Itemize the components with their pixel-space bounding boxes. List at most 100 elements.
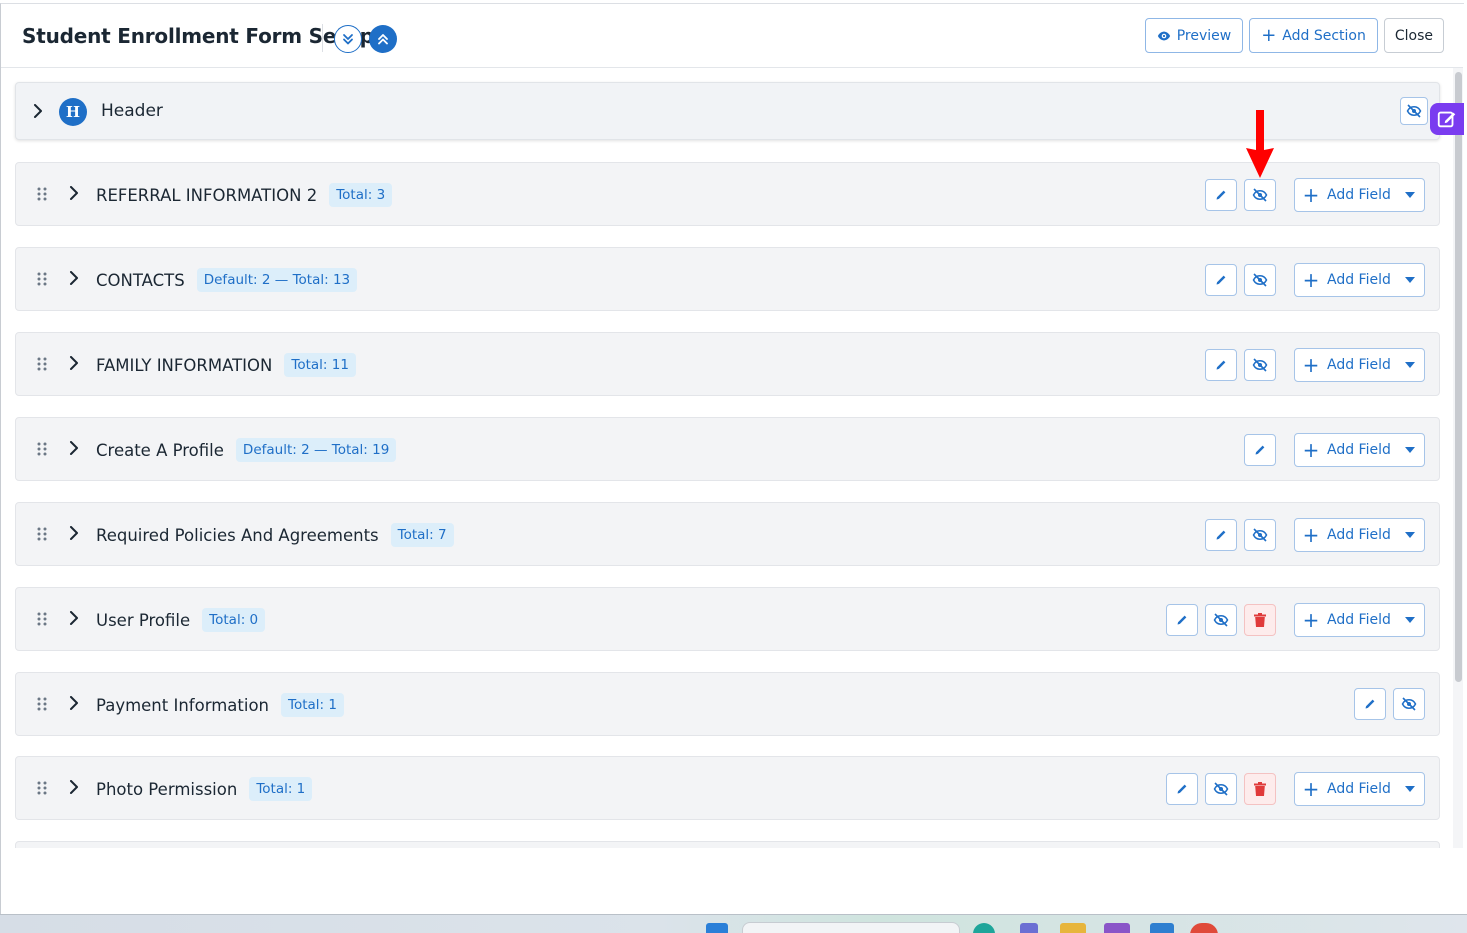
chevron-right-icon[interactable] <box>69 356 79 370</box>
form-section-row[interactable]: FAMILY INFORMATION Total: 11 + Add Field <box>15 332 1440 396</box>
double-chevron-up-icon <box>378 34 388 45</box>
chevron-right-icon[interactable] <box>69 526 79 540</box>
add-section-button[interactable]: + Add Section <box>1249 18 1378 53</box>
form-section-row[interactable]: CONTACTS Default: 2 — Total: 13 + Add Fie… <box>15 247 1440 311</box>
add-field-label: Add Field <box>1327 442 1391 458</box>
hide-section-button[interactable] <box>1244 179 1276 211</box>
add-field-button[interactable]: + Add Field <box>1294 603 1425 637</box>
visual-studio-icon[interactable] <box>1104 923 1130 933</box>
plus-icon: + <box>1302 608 1320 632</box>
teams-icon[interactable] <box>1020 923 1038 933</box>
drag-handle-icon[interactable] <box>37 442 47 456</box>
chevron-right-icon[interactable] <box>69 611 79 625</box>
field-count-badge: Total: 3 <box>329 183 393 207</box>
section-title: Payment Information Total: 1 <box>96 693 344 717</box>
drag-handle-icon[interactable] <box>37 357 47 371</box>
add-field-label: Add Field <box>1327 781 1391 797</box>
delete-section-button[interactable] <box>1244 604 1276 636</box>
pencil-icon <box>1216 275 1226 285</box>
edit-section-button[interactable] <box>1166 773 1198 805</box>
form-section-row[interactable]: Required Policies And Agreements Total: 7… <box>15 502 1440 566</box>
add-field-label: Add Field <box>1327 612 1391 628</box>
caret-down-icon[interactable] <box>1396 532 1424 538</box>
hide-section-button[interactable] <box>1244 349 1276 381</box>
drag-handle-icon[interactable] <box>37 272 47 286</box>
edit-section-button[interactable] <box>1205 349 1237 381</box>
edit-section-button[interactable] <box>1166 604 1198 636</box>
section-name: FAMILY INFORMATION <box>96 356 273 375</box>
section-title: Create A Profile Default: 2 — Total: 19 <box>96 438 397 462</box>
taskbar-search[interactable] <box>742 922 960 933</box>
trash-icon <box>1254 782 1266 796</box>
section-actions: + Add Field <box>1166 772 1425 806</box>
form-section-row[interactable]: User Profile Total: 0 + Add Field <box>15 587 1440 651</box>
form-section-row[interactable]: REFERRAL INFORMATION 2 Total: 3 + Add Fie… <box>15 162 1440 226</box>
add-field-button[interactable]: + Add Field <box>1294 178 1425 212</box>
edit-section-button[interactable] <box>1205 519 1237 551</box>
plus-icon: + <box>1302 183 1320 207</box>
hide-section-button[interactable] <box>1244 519 1276 551</box>
delete-section-button[interactable] <box>1244 773 1276 805</box>
edit-section-button[interactable] <box>1205 179 1237 211</box>
form-section-row[interactable]: Payment Information Total: 1 <box>15 672 1440 736</box>
drag-handle-icon[interactable] <box>37 781 47 795</box>
form-section-row[interactable]: Photo Permission Total: 1 + Add Field <box>15 756 1440 820</box>
hide-section-button[interactable] <box>1244 264 1276 296</box>
chevron-right-icon[interactable] <box>69 441 79 455</box>
hide-section-button[interactable] <box>1393 688 1425 720</box>
floating-edit-widget[interactable] <box>1430 103 1464 135</box>
add-field-button[interactable]: + Add Field <box>1294 348 1425 382</box>
caret-down-icon[interactable] <box>1396 362 1424 368</box>
caret-down-icon[interactable] <box>1396 786 1424 792</box>
drag-handle-icon[interactable] <box>37 527 47 541</box>
scrollbar-thumb[interactable] <box>1455 72 1462 682</box>
vscode-icon[interactable] <box>1150 923 1174 933</box>
pencil-icon <box>1216 530 1226 540</box>
form-section-row[interactable]: Create A Profile Default: 2 — Total: 19 +… <box>15 417 1440 481</box>
chrome-icon[interactable] <box>1190 923 1218 933</box>
caret-down-icon[interactable] <box>1396 447 1424 453</box>
add-field-button[interactable]: + Add Field <box>1294 433 1425 467</box>
edit-section-button[interactable] <box>1244 434 1276 466</box>
chevron-right-icon[interactable] <box>69 271 79 285</box>
chevron-right-icon[interactable] <box>69 780 79 794</box>
caret-down-icon[interactable] <box>1396 617 1424 623</box>
close-button[interactable]: Close <box>1383 18 1444 53</box>
edit-section-button[interactable] <box>1205 264 1237 296</box>
add-field-button[interactable]: + Add Field <box>1294 263 1425 297</box>
preview-label: Preview <box>1176 27 1232 44</box>
chevron-right-icon[interactable] <box>69 696 79 710</box>
caret-down-icon[interactable] <box>1396 192 1424 198</box>
caret-down-icon[interactable] <box>1396 277 1424 283</box>
chevron-right-icon[interactable] <box>33 104 43 118</box>
section-actions: + Add Field <box>1205 178 1425 212</box>
eye-slash-icon <box>1213 613 1229 627</box>
collapse-all-button[interactable] <box>369 25 397 53</box>
chevron-right-icon[interactable] <box>69 186 79 200</box>
hide-section-button[interactable] <box>1205 604 1237 636</box>
eye-slash-icon <box>1401 697 1417 711</box>
title-divider <box>322 24 323 52</box>
drag-handle-icon[interactable] <box>37 187 47 201</box>
header-avatar: H <box>59 98 87 126</box>
hide-section-button[interactable] <box>1205 773 1237 805</box>
header-hide-button[interactable] <box>1400 97 1428 125</box>
expand-all-button[interactable] <box>334 25 362 53</box>
os-taskbar <box>0 914 1467 933</box>
pencil-icon <box>1216 190 1226 200</box>
field-count-badge: Total: 1 <box>249 777 313 801</box>
edge-icon[interactable] <box>973 923 995 933</box>
field-count-badge: Total: 0 <box>202 608 266 632</box>
edit-section-button[interactable] <box>1354 688 1386 720</box>
preview-button[interactable]: Preview <box>1144 18 1244 53</box>
drag-handle-icon[interactable] <box>37 612 47 626</box>
form-section-row-partial[interactable] <box>15 841 1440 848</box>
add-field-button[interactable]: + Add Field <box>1294 518 1425 552</box>
header-section[interactable]: H Header <box>15 82 1440 140</box>
add-field-label: Add Field <box>1327 357 1391 373</box>
drag-handle-icon[interactable] <box>37 697 47 711</box>
explorer-icon[interactable] <box>1060 923 1086 933</box>
windows-start-icon[interactable] <box>706 923 728 933</box>
eye-slash-icon <box>1252 188 1268 202</box>
add-field-button[interactable]: + Add Field <box>1294 772 1425 806</box>
